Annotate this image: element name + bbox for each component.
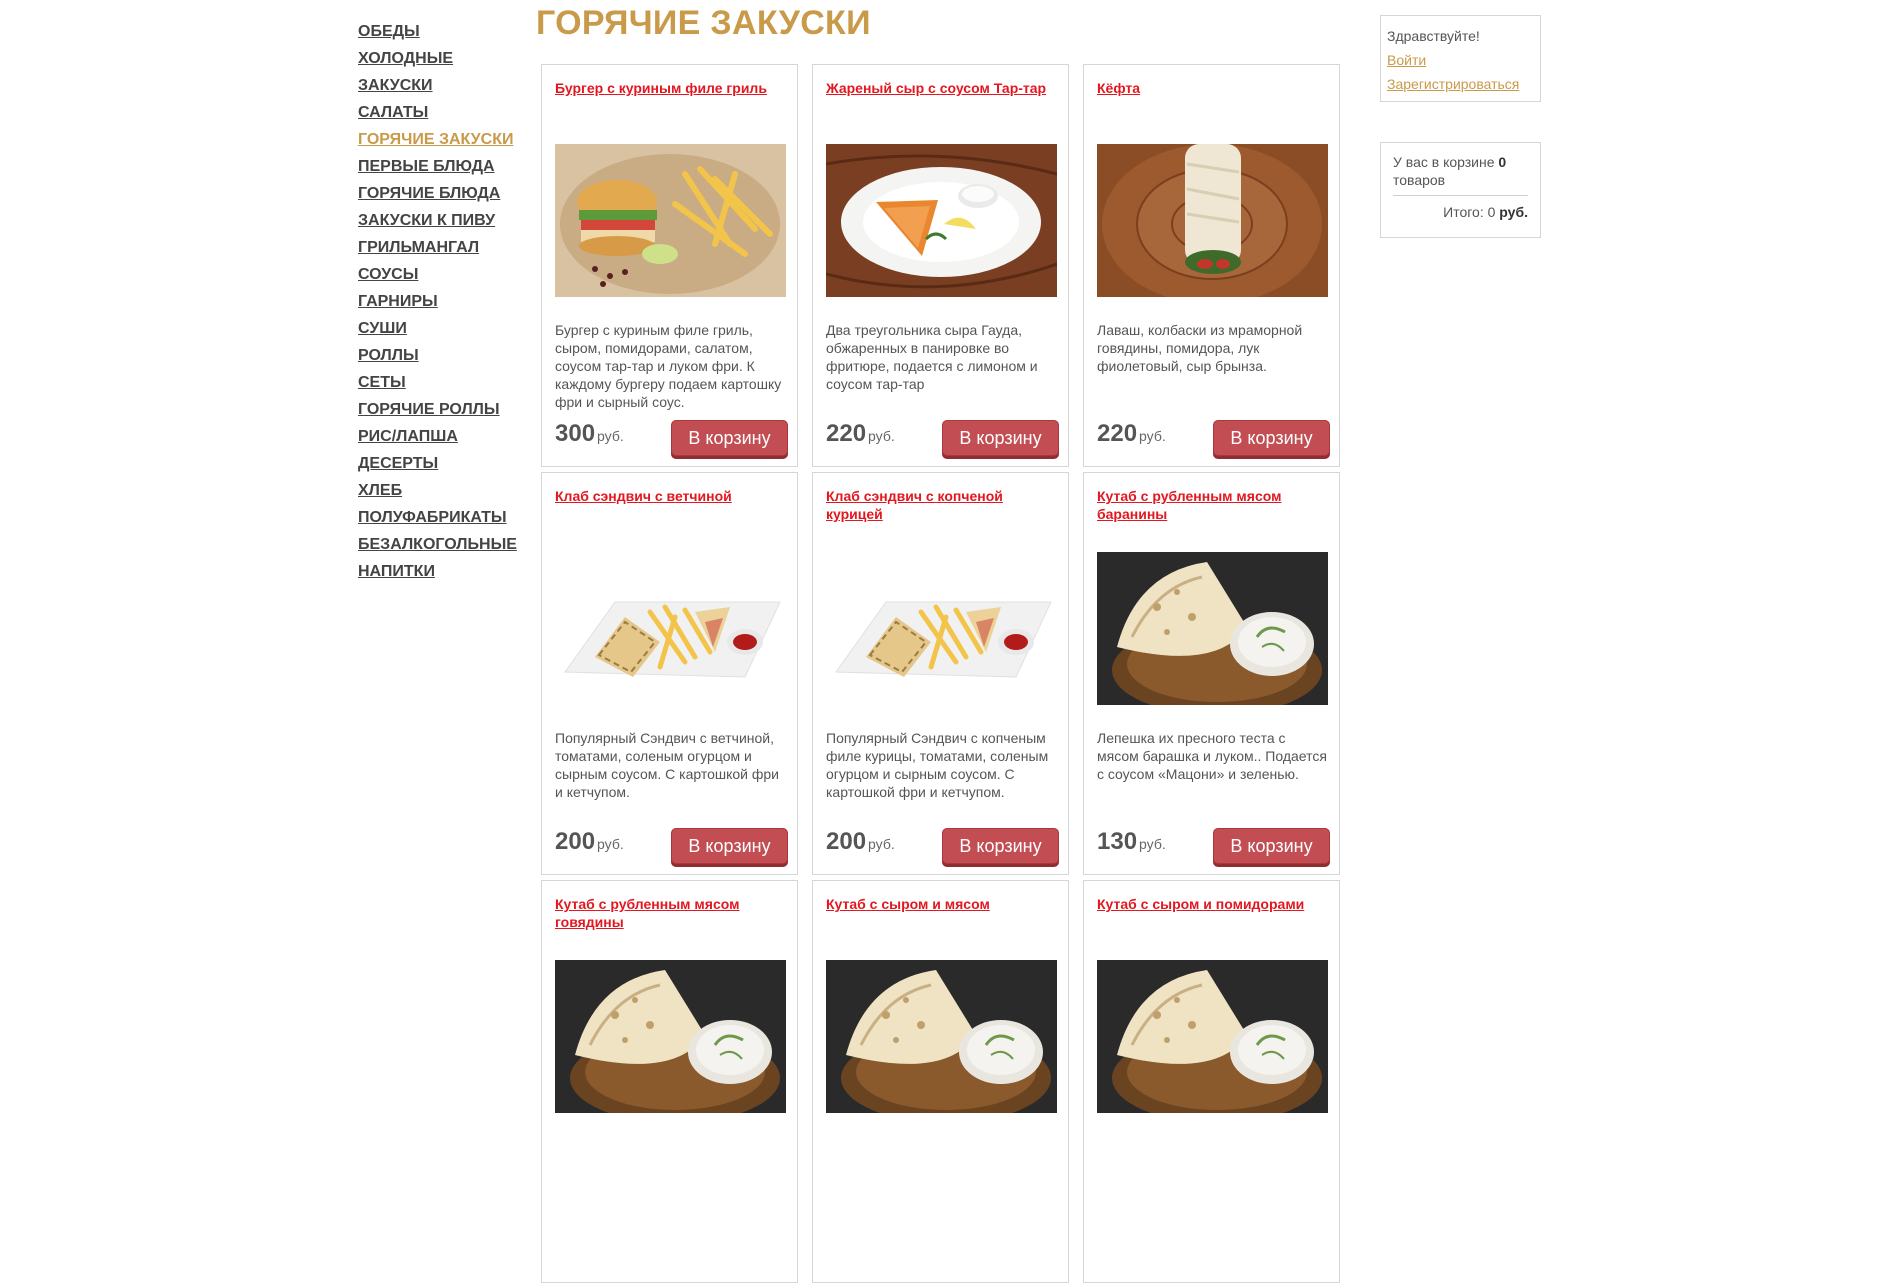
sidebar-item[interactable]: ДЕСЕРТЫ (358, 450, 518, 477)
sidebar-item[interactable]: ГАРНИРЫ (358, 288, 518, 315)
greeting-text: Здравствуйте! (1387, 28, 1480, 44)
product-description: Популярный Сэндвич с ветчиной, томатами,… (555, 730, 780, 800)
register-link[interactable]: Зарегистрироваться (1387, 72, 1534, 96)
add-to-cart-button[interactable]: В корзину (671, 828, 788, 864)
product-title-link[interactable]: Бургер с куриным филе гриль (555, 79, 789, 97)
price-row: 220 руб. (1097, 420, 1166, 448)
price-currency: руб. (597, 836, 624, 852)
product-description: Лепешка их пресного теста с мясом барашк… (1097, 730, 1327, 782)
product-card: Клаб сэндвич с копченой курицей Популярны… (812, 472, 1069, 875)
product-price: 200 (826, 828, 867, 855)
product-image[interactable] (555, 552, 786, 705)
cart-total-label: Итого: (1443, 204, 1484, 220)
product-image[interactable] (1097, 144, 1328, 297)
product-title-link[interactable]: Клаб сэндвич с ветчиной (555, 487, 789, 505)
product-image[interactable] (1097, 960, 1328, 1113)
product-image[interactable] (1097, 552, 1328, 705)
sidebar-item[interactable]: ХЛЕБ (358, 477, 518, 504)
cart-prefix: У вас в корзине (1393, 154, 1495, 170)
add-to-cart-button[interactable]: В корзину (671, 420, 788, 456)
add-to-cart-button[interactable]: В корзину (942, 828, 1059, 864)
cart-count-line: У вас в корзине 0 товаров (1393, 153, 1528, 196)
price-currency: руб. (868, 836, 895, 852)
price-currency: руб. (1139, 428, 1166, 444)
category-sidebar: ОБЕДЫ ХОЛОДНЫЕ ЗАКУСКИ САЛАТЫ ГОРЯЧИЕ ЗАКУСК… (358, 18, 518, 585)
sidebar-item[interactable]: ГОРЯЧИЕ РОЛЛЫ (358, 396, 518, 423)
add-to-cart-button[interactable]: В корзину (1213, 828, 1330, 864)
product-card: Жареный сыр с соусом Тар-тар Два треуголь… (812, 64, 1069, 467)
product-title-link[interactable]: Кутаб с рубленным мясом баранины (1097, 487, 1331, 523)
product-title-link[interactable]: Жареный сыр с соусом Тар-тар (826, 79, 1060, 97)
price-row: 200 руб. (555, 828, 624, 856)
user-panel: Здравствуйте! Войти Зарегистрироваться (1380, 15, 1541, 102)
product-card: Кутаб с сыром и помидорами (1083, 880, 1340, 1283)
add-to-cart-button[interactable]: В корзину (942, 420, 1059, 456)
price-currency: руб. (597, 428, 624, 444)
sidebar-item[interactable]: СОУСЫ (358, 261, 518, 288)
sidebar-item[interactable]: ХОЛОДНЫЕ (358, 45, 518, 72)
product-image[interactable] (555, 960, 786, 1113)
product-description: Популярный Сэндвич с копченым филе куриц… (826, 730, 1049, 800)
product-price: 200 (555, 828, 596, 855)
sidebar-item[interactable]: БЕЗАЛКОГОЛЬНЫЕ (358, 531, 518, 558)
product-image[interactable] (555, 144, 786, 297)
product-title-link[interactable]: Клаб сэндвич с копченой курицей (826, 487, 1060, 523)
cart-total-line: Итого: 0 руб. (1393, 196, 1528, 220)
login-link[interactable]: Войти (1387, 48, 1534, 72)
product-image[interactable] (826, 144, 1057, 297)
sidebar-item[interactable]: ГОРЯЧИЕ ЗАКУСКИ (358, 126, 518, 153)
cart-total-currency: руб. (1499, 204, 1528, 220)
cart-total-value: 0 (1487, 204, 1496, 220)
sidebar-item[interactable]: СУШИ (358, 315, 518, 342)
product-card: Клаб сэндвич с ветчиной Популярный Сэндви… (541, 472, 798, 875)
sidebar-item[interactable]: НАПИТКИ (358, 558, 518, 585)
product-title-link[interactable]: Кутаб с сыром и помидорами (1097, 895, 1331, 913)
sidebar-item[interactable]: ПОЛУФАБРИКАТЫ (358, 504, 518, 531)
sidebar-item[interactable]: РИС/ЛАПША (358, 423, 518, 450)
price-currency: руб. (1139, 836, 1166, 852)
product-card: Кёфта Лаваш, колбаски из мраморной говяди… (1083, 64, 1340, 467)
product-title-link[interactable]: Кёфта (1097, 79, 1331, 97)
product-price: 130 (1097, 828, 1138, 855)
sidebar-item[interactable]: РОЛЛЫ (358, 342, 518, 369)
product-card: Кутаб с сыром и мясом (812, 880, 1069, 1283)
price-currency: руб. (868, 428, 895, 444)
product-image[interactable] (826, 552, 1057, 705)
sidebar-item[interactable]: ПЕРВЫЕ БЛЮДА (358, 153, 518, 180)
add-to-cart-button[interactable]: В корзину (1213, 420, 1330, 456)
page-title: ГОРЯЧИЕ ЗАКУСКИ (536, 4, 871, 42)
product-description: Два треугольника сыра Гауда, обжаренных … (826, 322, 1038, 392)
cart-suffix: товаров (1393, 172, 1446, 188)
product-card: Кутаб с рубленным мясом баранины Лепешка … (1083, 472, 1340, 875)
price-row: 220 руб. (826, 420, 895, 448)
sidebar-item[interactable]: ОБЕДЫ (358, 18, 518, 45)
sidebar-item[interactable]: САЛАТЫ (358, 99, 518, 126)
product-price: 300 (555, 420, 596, 447)
price-row: 300 руб. (555, 420, 624, 448)
product-description: Бургер с куриным филе гриль, сыром, поми… (555, 322, 782, 410)
price-row: 200 руб. (826, 828, 895, 856)
sidebar-item[interactable]: ЗАКУСКИ К ПИВУ (358, 207, 518, 234)
product-title-link[interactable]: Кутаб с сыром и мясом (826, 895, 1060, 913)
sidebar-item[interactable]: ЗАКУСКИ (358, 72, 518, 99)
cart-count: 0 (1498, 154, 1507, 170)
product-card: Бургер с куриным филе гриль Бургер с кури… (541, 64, 798, 467)
product-title-link[interactable]: Кутаб с рубленным мясом говядины (555, 895, 789, 931)
price-row: 130 руб. (1097, 828, 1166, 856)
product-price: 220 (826, 420, 867, 447)
product-price: 220 (1097, 420, 1138, 447)
sidebar-item[interactable]: ГОРЯЧИЕ БЛЮДА (358, 180, 518, 207)
sidebar-item[interactable]: СЕТЫ (358, 369, 518, 396)
cart-summary: У вас в корзине 0 товаров Итого: 0 руб. (1380, 142, 1541, 238)
product-card: Кутаб с рубленным мясом говядины (541, 880, 798, 1283)
product-image[interactable] (826, 960, 1057, 1113)
product-description: Лаваш, колбаски из мраморной говядины, п… (1097, 322, 1303, 374)
sidebar-item[interactable]: ГРИЛЬМАНГАЛ (358, 234, 518, 261)
